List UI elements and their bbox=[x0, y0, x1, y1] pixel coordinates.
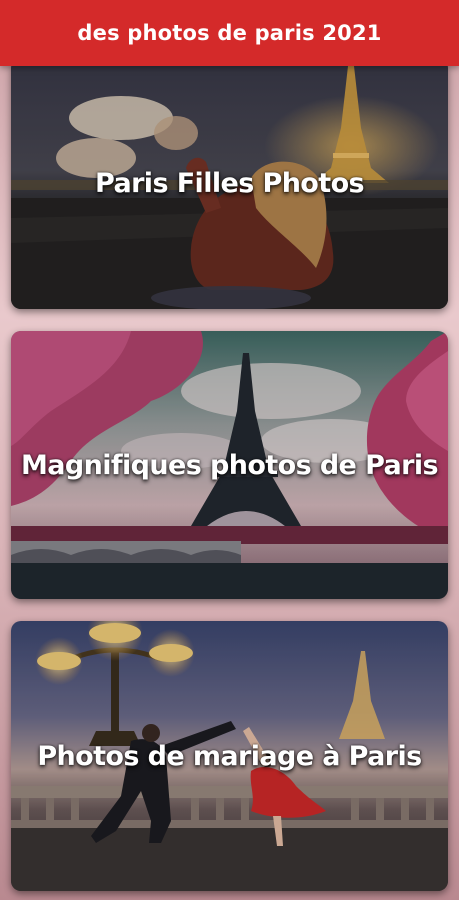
card-label: Paris Filles Photos bbox=[94, 168, 365, 199]
card-label: Photos de mariage à Paris bbox=[37, 740, 422, 772]
app-title: des photos de paris 2021 bbox=[77, 21, 382, 45]
app-bar: des photos de paris 2021 bbox=[0, 0, 459, 66]
category-card-wedding-photos[interactable]: Photos de mariage à Paris bbox=[11, 621, 448, 891]
category-card-paris-girls[interactable]: Paris Filles Photos bbox=[11, 58, 448, 309]
card-label: Magnifiques photos de Paris bbox=[20, 449, 439, 481]
category-card-beautiful-paris[interactable]: Magnifiques photos de Paris bbox=[11, 331, 448, 599]
